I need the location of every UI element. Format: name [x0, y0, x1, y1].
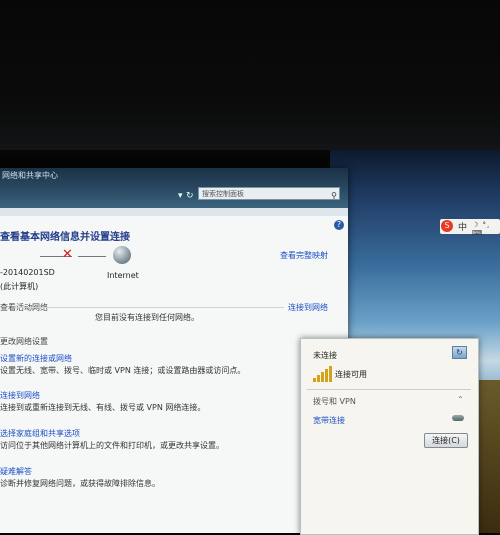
network-flyout: 未连接 ↻ 连接可用 拨号和 VPN ⌃ 宽带连接 连接(C)	[300, 338, 479, 535]
connection-status: 未连接	[313, 351, 337, 360]
search-input[interactable]: 搜索控制面板 ⚲	[198, 187, 340, 200]
task-desc: 设置无线、宽带、拨号、临时或 VPN 连接；或设置路由器或访问点。	[0, 366, 246, 375]
no-connection-text: 您目前没有连接到任何网络。	[95, 313, 199, 322]
connect-to-network-link[interactable]: 连接到网络	[288, 302, 328, 313]
task-desc: 诊断并修复网络问题，或获得故障排除信息。	[0, 479, 160, 488]
task-troubleshoot-link[interactable]: 疑难解答	[0, 466, 32, 477]
modem-icon	[452, 415, 464, 421]
task-connect-network-link[interactable]: 连接到网络	[0, 390, 40, 401]
dialup-vpn-section: 拨号和 VPN	[313, 397, 356, 406]
address-bar-path[interactable]: 网络和共享中心	[2, 170, 58, 181]
search-icon[interactable]: ⚲	[331, 189, 337, 202]
connections-available: 连接可用	[335, 370, 367, 379]
task-desc: 访问位于其他网络计算机上的文件和打印机，或更改共享设置。	[0, 441, 224, 450]
refresh-icon[interactable]: ↻	[186, 191, 194, 201]
task-desc: 连接到或重新连接到无线、有线、拨号或 VPN 网络连接。	[0, 403, 206, 412]
computer-name: -20140201SD	[0, 268, 55, 277]
computer-subtitle: (此计算机)	[0, 282, 39, 291]
refresh-button[interactable]: ↻	[452, 346, 467, 359]
internet-label: Internet	[107, 271, 139, 280]
tray-icons[interactable]: ☽ °, ⌨	[472, 221, 500, 237]
sogou-ime-icon[interactable]: S	[441, 220, 453, 232]
language-indicator[interactable]: 中	[458, 220, 467, 233]
broadband-connection-item[interactable]: 宽带连接	[313, 415, 345, 426]
full-map-link[interactable]: 查看完整映射	[280, 250, 328, 261]
task-setup-connection-link[interactable]: 设置新的连接或网络	[0, 353, 72, 364]
task-homegroup-link[interactable]: 选择家庭组和共享选项	[0, 428, 80, 439]
window-frame: 网络和共享中心 ▾ ↻ 搜索控制面板 ⚲	[0, 168, 348, 208]
connect-button[interactable]: 连接(C)	[424, 433, 468, 448]
chevron-up-icon[interactable]: ⌃	[457, 395, 464, 404]
page-title: 查看基本网络信息并设置连接	[0, 232, 130, 243]
disconnected-x-icon: ✕	[62, 247, 73, 262]
internet-globe-icon	[113, 246, 131, 264]
signal-bars-icon	[313, 366, 333, 382]
connection-line	[78, 256, 106, 257]
dark-background	[0, 0, 500, 150]
help-icon[interactable]: ?	[334, 220, 344, 230]
network-sharing-center-window: 网络和共享中心 ▾ ↻ 搜索控制面板 ⚲ ? 查看基本网络信息并设置连接 -20…	[0, 168, 348, 533]
toolbar	[0, 208, 348, 216]
change-settings-label: 更改网络设置	[0, 337, 48, 346]
flyout-divider	[307, 389, 471, 390]
search-placeholder: 搜索控制面板	[202, 190, 244, 198]
section-divider	[14, 307, 284, 308]
dropdown-arrow-icon[interactable]: ▾	[178, 191, 183, 201]
